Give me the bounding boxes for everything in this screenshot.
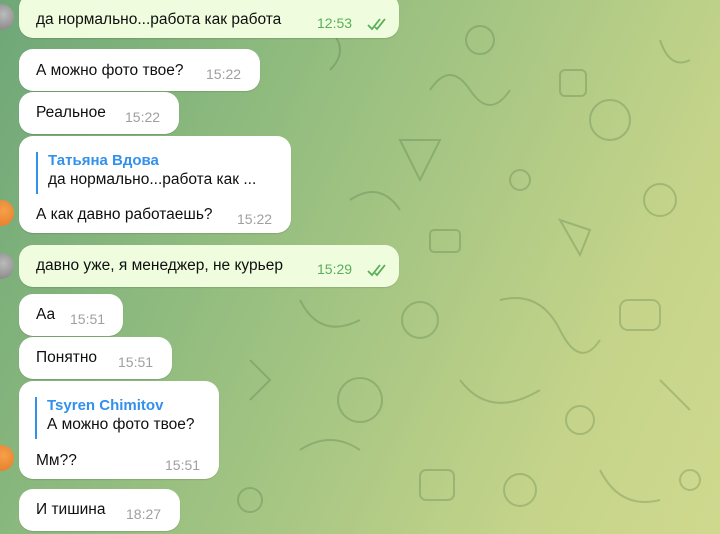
- double-check-icon: [367, 18, 386, 31]
- message-bubble[interactable]: давно уже, я менеджер, не курьер 15:29: [0, 245, 399, 287]
- message-bubble[interactable]: да нормально...работа как работа 12:53: [0, 0, 399, 38]
- message-bubble[interactable]: И тишина 18:27: [19, 489, 180, 531]
- message-time: 15:51: [165, 457, 201, 473]
- message-text: Понятно: [36, 349, 97, 366]
- reply-author: Tsyren Chimitov: [47, 397, 164, 414]
- message-time: 15:29: [317, 261, 353, 277]
- message-text: Мм??: [36, 452, 77, 469]
- double-check-icon: [367, 264, 386, 277]
- message-time: 15:22: [237, 211, 273, 227]
- message-text: И тишина: [36, 501, 106, 518]
- message-text: А можно фото твое?: [36, 62, 184, 79]
- message-time: 15:22: [125, 109, 161, 125]
- sender-avatar[interactable]: [0, 445, 14, 471]
- sender-avatar[interactable]: [0, 253, 14, 279]
- message-bubble[interactable]: Татьяна Вдова да нормально...работа как …: [0, 136, 291, 233]
- message-bubble[interactable]: А можно фото твое? 15:22: [19, 49, 260, 91]
- message-text: Аа: [36, 306, 56, 323]
- reply-author: Татьяна Вдова: [48, 152, 159, 169]
- sender-avatar[interactable]: [0, 4, 14, 30]
- reply-text: да нормально...работа как ...: [48, 171, 257, 188]
- reply-quote[interactable]: Tsyren Chimitov А можно фото твое?: [35, 397, 195, 439]
- message-bubble[interactable]: Реальное 15:22: [19, 92, 179, 134]
- message-text: да нормально...работа как работа: [36, 11, 282, 28]
- message-bubble[interactable]: Аа 15:51: [19, 294, 123, 336]
- message-time: 12:53: [317, 15, 353, 31]
- message-bubble[interactable]: Tsyren Chimitov А можно фото твое? Мм?? …: [0, 381, 219, 479]
- message-bubble[interactable]: Понятно 15:51: [19, 337, 172, 379]
- message-time: 15:22: [206, 66, 242, 82]
- sender-avatar[interactable]: [0, 200, 14, 226]
- message-text: давно уже, я менеджер, не курьер: [36, 257, 283, 274]
- message-time: 18:27: [126, 506, 162, 522]
- message-time: 15:51: [70, 311, 106, 327]
- message-text: Реальное: [36, 104, 106, 121]
- reply-quote[interactable]: Татьяна Вдова да нормально...работа как …: [36, 152, 256, 194]
- reply-text: А можно фото твое?: [47, 416, 195, 433]
- message-text: А как давно работаешь?: [36, 206, 213, 223]
- message-time: 15:51: [118, 354, 154, 370]
